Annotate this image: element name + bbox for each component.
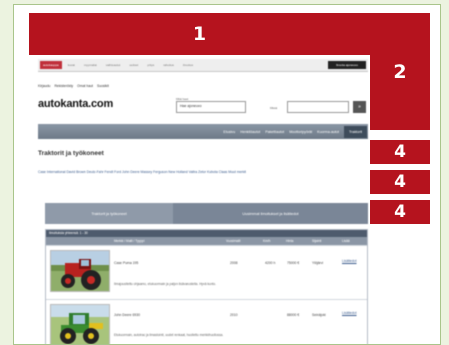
listing-title[interactable]: John Deere 6930 [114, 313, 140, 317]
table-row[interactable]: Case Puma 195 2008 4200 h 75000 € Ylöjär… [46, 245, 367, 299]
tab-latest[interactable]: Uusimmat ilmoitukset ja lisätiedot [173, 203, 368, 224]
main-navigation: Etusivu Henkilöautot Pakettiautot Mootto… [38, 124, 368, 139]
column-header[interactable]: Merkki / Malli / Tyyppi [114, 239, 144, 243]
top-navigation: autokauppa kuvat myymalat vaihtoautot uu… [38, 59, 368, 72]
table-columns: Merkki / Malli / Tyyppi Vuosimalli Km/h … [46, 237, 367, 245]
top-nav-item[interactable]: yritys [144, 61, 157, 69]
listing-price: 75000 € [287, 261, 300, 265]
table-row[interactable]: John Deere 6930 2010 88000 € Seinäjoki L… [46, 299, 367, 344]
tractor-photo[interactable] [50, 304, 110, 344]
main-nav-item[interactable]: Kuorma-autot [317, 130, 339, 134]
listing-hours: 4200 h [265, 261, 276, 265]
location-input[interactable] [287, 101, 349, 113]
login-link[interactable]: Kirjaudu [38, 84, 50, 88]
ad-marker-2: 2 [370, 13, 430, 130]
column-header[interactable]: Hinta [286, 239, 293, 243]
ad-marker-4: 4 [370, 140, 430, 164]
register-link[interactable]: Rekisteröidy [54, 84, 73, 88]
column-header[interactable]: Lisää [342, 239, 350, 243]
main-nav-item[interactable]: Moottoripyörät [289, 130, 312, 134]
tab-tractors[interactable]: Traktorit ja työkoneet [45, 203, 173, 224]
listing-table: Ilmoituksia yhteensä: 1 - 30 Merkki / Ma… [45, 229, 368, 344]
top-nav-item[interactable]: vaihtoautot [103, 61, 124, 69]
ad-marker-4: 4 [370, 200, 430, 224]
tractor-photo[interactable] [50, 250, 110, 292]
listing-title[interactable]: Case Puma 195 [114, 261, 138, 265]
category-links[interactable]: Case International David Brown Deutz-Fah… [38, 168, 368, 177]
main-nav-item[interactable]: Henkilöautot [240, 130, 260, 134]
saved-searches-link[interactable]: Omat haut [77, 84, 93, 88]
page-title: Traktorit ja työkoneet [38, 150, 104, 157]
favorites-link[interactable]: Suosikit [97, 84, 109, 88]
table-header: Ilmoituksia yhteensä: 1 - 30 [46, 230, 367, 237]
site-logo[interactable]: autokanta.com [38, 98, 113, 110]
column-header[interactable]: Sijainti [312, 239, 321, 243]
listing-year: 2010 [230, 313, 238, 317]
details-link[interactable]: Lisätiedot [342, 259, 357, 263]
column-header[interactable]: Km/h [263, 239, 270, 243]
search-button[interactable]: » [353, 101, 366, 113]
post-ad-button[interactable]: Ilmoita ajoneuvo [328, 61, 366, 69]
column-header[interactable]: Vuosimalli [226, 239, 240, 243]
top-nav-item[interactable]: autokauppa [40, 61, 62, 69]
listing-description: Etukuormain, autotrac ja ilmastointi, uu… [114, 333, 224, 337]
listing-year: 2008 [230, 261, 238, 265]
top-nav-item[interactable]: ilmoitus [180, 61, 196, 69]
search-input[interactable]: Hae ajoneuvo [176, 101, 246, 113]
ad-marker-1: 1 [29, 13, 370, 55]
details-link[interactable]: Lisätiedot [342, 311, 357, 315]
user-links: Kirjaudu Rekisteröidy Omat haut Suosikit [38, 84, 109, 88]
top-nav-item[interactable]: myymalat [81, 61, 100, 69]
main-nav-item[interactable]: Etusivu [223, 130, 235, 134]
screenshot-frame: autokauppa kuvat myymalat vaihtoautot uu… [13, 4, 441, 345]
listing-location: Ylöjärvi [312, 261, 324, 265]
main-nav-item-active[interactable]: Traktorit [343, 125, 367, 138]
top-nav-item[interactable]: kuvat [65, 61, 78, 69]
tab-bar: Traktorit ja työkoneet Uusimmat ilmoituk… [45, 203, 368, 224]
top-nav-item[interactable]: rahoitus [160, 61, 177, 69]
listing-description: Ilmajousitettu ohjaamo, etukuormain ja p… [114, 282, 217, 286]
ad-marker-4: 4 [370, 170, 430, 194]
main-nav-item[interactable]: Pakettiautot [265, 130, 284, 134]
listing-price: 88000 € [287, 313, 300, 317]
listing-location: Seinäjoki [312, 313, 326, 317]
location-label: Mistä [270, 106, 278, 110]
top-nav-item[interactable]: uutiset [126, 61, 141, 69]
